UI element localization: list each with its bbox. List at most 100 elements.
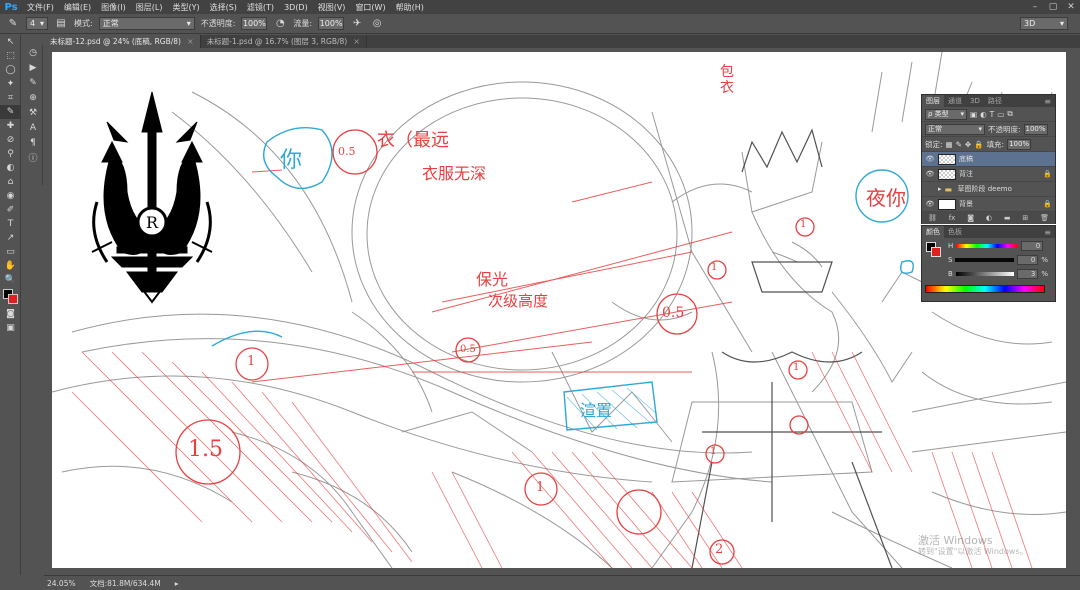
fx-icon[interactable]: fx [949, 214, 956, 222]
eraser-tool-icon[interactable]: ⊘ [0, 133, 21, 147]
magic-wand-tool-icon[interactable]: ✦ [0, 77, 21, 91]
tab-document-12[interactable]: 未标题-12.psd @ 24% (底稿, RGB/8) × [44, 35, 201, 48]
opacity-input[interactable]: 100% [241, 17, 268, 30]
maximize-button[interactable]: ▢ [1044, 0, 1062, 14]
move-tool-icon[interactable]: ↖ [0, 35, 21, 49]
color-swatches[interactable] [0, 287, 21, 307]
shape-tool-icon[interactable]: ▭ [0, 245, 21, 259]
mode-select[interactable]: 正常 ▾ [98, 17, 195, 30]
background-color-swatch[interactable] [8, 294, 18, 304]
close-icon[interactable]: × [187, 37, 194, 46]
type-tool-icon[interactable]: T [0, 217, 21, 231]
menu-select[interactable]: 选择(S) [205, 2, 242, 13]
hue-slider[interactable] [956, 244, 1019, 248]
quick-mask-icon[interactable]: ◙ [0, 307, 21, 321]
background-color-swatch[interactable] [931, 247, 941, 257]
brightness-slider[interactable] [955, 272, 1015, 276]
document-size-info[interactable]: 文档:81.8M/634.4M [90, 578, 161, 589]
paragraph-panel-icon[interactable]: ¶ [23, 135, 43, 150]
close-icon[interactable]: × [353, 37, 360, 46]
healing-tool-icon[interactable]: ✚ [0, 119, 21, 133]
tool-presets-icon[interactable]: ⚒ [23, 105, 43, 120]
tab-layers[interactable]: 图层 [922, 95, 944, 107]
hand-tool-icon[interactable]: ✋ [0, 259, 21, 273]
layer-opacity-input[interactable]: 100% [1023, 123, 1048, 135]
path-select-tool-icon[interactable]: ↗ [0, 231, 21, 245]
gradient-tool-icon[interactable]: ◐ [0, 161, 21, 175]
layer-item[interactable]: 👁 背注 🔒 [922, 167, 1055, 182]
saturation-value[interactable]: 0 [1017, 255, 1039, 265]
marquee-tool-icon[interactable]: ⬚ [0, 49, 21, 63]
pressure-size-icon[interactable]: ◎ [370, 17, 384, 31]
menu-filter[interactable]: 滤镜(T) [242, 2, 279, 13]
lasso-tool-icon[interactable]: ◯ [0, 63, 21, 77]
character-panel-icon[interactable]: A [23, 120, 43, 135]
menu-file[interactable]: 文件(F) [22, 2, 59, 13]
eye-icon[interactable]: 👁 [925, 170, 935, 178]
brush-panel-toggle-icon[interactable]: ▤ [54, 17, 68, 31]
lock-pixels-icon[interactable]: ✎ [956, 140, 962, 149]
menu-type[interactable]: 类型(Y) [167, 2, 204, 13]
lock-all-icon[interactable]: 🔒 [974, 140, 983, 149]
brush-preset-picker[interactable]: 4 ▾ [26, 17, 48, 30]
trash-icon[interactable]: 🗑 [1040, 214, 1049, 222]
tab-color[interactable]: 颜色 [922, 226, 944, 238]
brightness-value[interactable]: 3 [1017, 269, 1039, 279]
saturation-slider[interactable] [955, 258, 1015, 262]
color-spectrum-ramp[interactable] [925, 285, 1045, 293]
actions-panel-icon[interactable]: ▶ [23, 60, 43, 75]
screen-mode-icon[interactable]: ▣ [0, 321, 21, 335]
airbrush-icon[interactable]: ✈ [350, 17, 364, 31]
expand-arrow-icon[interactable]: ▸ [938, 185, 942, 193]
tab-channels[interactable]: 通道 [944, 95, 966, 107]
menu-3d[interactable]: 3D(D) [279, 3, 313, 12]
menu-window[interactable]: 窗口(W) [350, 2, 390, 13]
panel-menu-icon[interactable]: ≡ [1044, 97, 1055, 106]
pressure-opacity-icon[interactable]: ◔ [273, 17, 287, 31]
info-panel-icon[interactable]: ⓘ [23, 150, 43, 165]
blend-mode-select[interactable]: 正常 ▾ [925, 123, 985, 135]
workspace-select[interactable]: 3D ▾ [1020, 17, 1068, 30]
layer-group-item[interactable]: ▸ ▬ 草图阶段 deemo [922, 182, 1055, 197]
zoom-level[interactable]: 24.05% [47, 579, 76, 588]
eye-icon[interactable]: 👁 [925, 155, 935, 163]
zoom-tool-icon[interactable]: 🔍 [0, 273, 21, 287]
new-layer-icon[interactable]: ⊞ [1022, 214, 1028, 222]
history-panel-icon[interactable]: ◷ [23, 45, 43, 60]
flow-input[interactable]: 100% [318, 17, 345, 30]
mask-icon[interactable]: ◙ [967, 214, 974, 222]
menu-layer[interactable]: 图层(L) [131, 2, 168, 13]
document-canvas[interactable]: R 0.5 衣（最远 衣服无深 包衣 你 夜你 保光 次级高度 1 1.5 0.… [52, 52, 1066, 568]
crop-tool-icon[interactable]: ⌗ [0, 91, 21, 105]
menu-help[interactable]: 帮助(H) [391, 2, 429, 13]
filter-pixel-icon[interactable]: ▣ [970, 110, 977, 119]
minimize-button[interactable]: – [1026, 0, 1044, 14]
tab-3d[interactable]: 3D [966, 95, 984, 107]
blur-tool-icon[interactable]: ◉ [0, 189, 21, 203]
menu-edit[interactable]: 编辑(E) [59, 2, 96, 13]
panel-menu-icon[interactable]: ≡ [1044, 228, 1055, 237]
lock-transparent-icon[interactable]: ▦ [946, 140, 953, 149]
tab-document-1[interactable]: 未标题-1.psd @ 16.7% (图层 3, RGB/8) × [201, 35, 367, 48]
menu-image[interactable]: 图像(I) [96, 2, 131, 13]
layer-kind-filter[interactable]: ρ 类型 ▾ [925, 108, 967, 120]
eye-icon[interactable]: 👁 [925, 200, 935, 208]
filter-smart-icon[interactable]: ⧉ [1007, 109, 1012, 119]
menu-view[interactable]: 视图(V) [313, 2, 351, 13]
brush-tool-icon[interactable]: ✎ [0, 105, 21, 119]
fill-input[interactable]: 100% [1007, 138, 1032, 150]
link-icon[interactable]: ⛓ [928, 214, 937, 222]
lock-position-icon[interactable]: ✥ [965, 140, 971, 149]
layer-item[interactable]: 👁 底稿 [922, 152, 1055, 167]
clone-source-icon[interactable]: ⊕ [23, 90, 43, 105]
close-button[interactable]: ✕ [1062, 0, 1080, 14]
status-menu-arrow-icon[interactable]: ▸ [175, 579, 179, 588]
layer-item[interactable]: 👁 背景 🔒 [922, 197, 1055, 212]
tab-swatches[interactable]: 色板 [944, 226, 966, 238]
filter-type-icon[interactable]: T [990, 110, 995, 119]
brush-panel-icon[interactable]: ✎ [23, 75, 43, 90]
dodge-tool-icon[interactable]: ⌂ [0, 175, 21, 189]
filter-shape-icon[interactable]: ▭ [997, 110, 1004, 119]
new-group-icon[interactable]: ▬ [1004, 214, 1011, 222]
tab-paths[interactable]: 路径 [984, 95, 1006, 107]
